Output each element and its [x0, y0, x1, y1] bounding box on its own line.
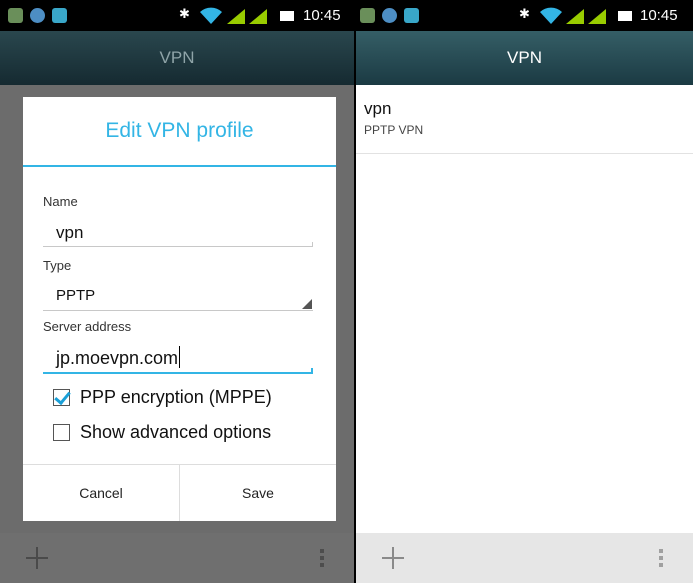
wifi-icon — [200, 7, 222, 24]
show-advanced-label: Show advanced options — [80, 422, 272, 442]
signal-icon — [588, 9, 606, 24]
battery-icon — [618, 11, 632, 21]
bluetooth-icon: ✱ — [519, 6, 530, 21]
server-address-field[interactable]: jp.moevpn.com — [56, 346, 181, 369]
overflow-menu-icon[interactable] — [659, 549, 663, 569]
ppp-encryption-checkbox[interactable] — [53, 389, 70, 406]
vpn-item-type: PPTP VPN — [364, 123, 424, 137]
vpn-list-item[interactable]: vpn PPTP VPN — [356, 85, 693, 154]
android-icon — [404, 8, 419, 23]
signal-icon — [249, 9, 267, 24]
type-dropdown-underline — [43, 310, 313, 311]
vpn-item-name: vpn — [364, 99, 392, 118]
status-bar: ✱ 10:45 — [356, 0, 693, 31]
action-bar-title: VPN — [507, 48, 542, 67]
server-address-underline — [43, 368, 313, 374]
name-label: Name — [43, 194, 78, 209]
action-bar: VPN — [0, 31, 354, 85]
bottom-bar — [356, 533, 693, 583]
ppp-encryption-option[interactable]: PPP encryption (MPPE) — [53, 387, 272, 408]
bottom-bar — [0, 533, 354, 583]
name-field[interactable]: vpn — [56, 223, 83, 243]
usb-debug-icon — [382, 8, 397, 23]
action-bar: VPN — [356, 31, 693, 85]
usb-debug-icon — [30, 8, 45, 23]
status-bar: ✱ 10:45 — [0, 0, 354, 31]
plus-icon[interactable] — [382, 547, 404, 569]
server-address-label: Server address — [43, 319, 132, 334]
gallery-icon — [360, 8, 375, 23]
left-screen: ✱ 10:45 VPN Edit VPN profile Name vpn Ty… — [0, 0, 354, 583]
plus-icon[interactable] — [26, 547, 48, 569]
cancel-button[interactable]: Cancel — [23, 465, 179, 521]
type-label: Type — [43, 258, 72, 273]
action-bar-title: VPN — [159, 48, 195, 67]
status-time: 10:45 — [640, 7, 678, 24]
signal-icon — [227, 9, 245, 24]
signal-icon — [566, 9, 584, 24]
save-button[interactable]: Save — [179, 465, 336, 521]
show-advanced-option[interactable]: Show advanced options — [53, 422, 271, 443]
type-dropdown[interactable]: PPTP — [56, 287, 95, 304]
name-field-underline — [43, 242, 313, 247]
right-screen: ✱ 10:45 VPN vpn PPTP VPN — [356, 0, 693, 583]
overflow-menu-icon[interactable] — [320, 549, 324, 569]
dropdown-arrow-icon — [302, 299, 312, 309]
server-address-value: jp.moevpn.com — [56, 348, 179, 368]
show-advanced-checkbox[interactable] — [53, 424, 70, 441]
status-time: 10:45 — [303, 7, 341, 24]
dialog-button-bar: Cancel Save — [23, 464, 336, 521]
ppp-encryption-label: PPP encryption (MPPE) — [80, 387, 272, 407]
text-cursor — [179, 346, 181, 368]
battery-icon — [280, 11, 294, 21]
bluetooth-icon: ✱ — [179, 6, 190, 21]
edit-vpn-dialog: Edit VPN profile Name vpn Type PPTP Serv… — [23, 97, 336, 521]
gallery-icon — [8, 8, 23, 23]
wifi-icon — [540, 7, 562, 24]
android-icon — [52, 8, 67, 23]
dialog-title: Edit VPN profile — [23, 97, 336, 167]
